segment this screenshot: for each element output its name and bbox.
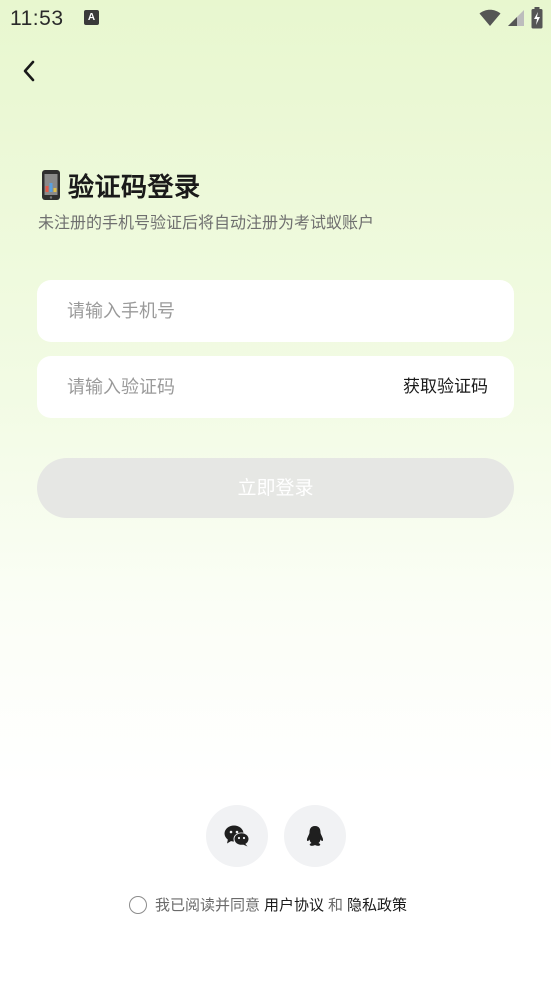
status-time: 11:53 <box>10 7 64 30</box>
mobile-phone-icon <box>42 170 60 200</box>
user-agreement-link[interactable]: 用户协议 <box>264 894 324 915</box>
wechat-login-button[interactable] <box>206 805 268 867</box>
privacy-policy-link[interactable]: 隐私政策 <box>347 894 407 915</box>
chevron-left-icon <box>23 60 35 82</box>
qq-icon <box>306 826 324 846</box>
get-code-button[interactable]: 获取验证码 <box>403 356 488 418</box>
phone-input-card <box>37 280 514 342</box>
login-button[interactable]: 立即登录 <box>37 458 514 518</box>
qq-login-button[interactable] <box>284 805 346 867</box>
agree-checkbox[interactable] <box>129 895 147 914</box>
page-subtitle: 未注册的手机号验证后将自动注册为考试蚁账户 <box>38 213 375 232</box>
notification-a-icon: A <box>84 10 99 25</box>
back-button[interactable] <box>12 54 46 88</box>
code-input-card: 获取验证码 <box>37 356 514 418</box>
status-bar: 11:53 A <box>0 0 551 40</box>
agreement-row: 我已阅读并同意 用户协议 和 隐私政策 <box>129 894 411 915</box>
agreement-conjunction: 和 <box>328 896 344 914</box>
phone-input[interactable] <box>67 280 487 342</box>
agreement-prefix: 我已阅读并同意 <box>155 896 261 914</box>
cellular-signal-icon <box>508 10 524 26</box>
wifi-icon <box>479 9 501 26</box>
title-row: 验证码登录 <box>40 166 201 204</box>
verification-code-input[interactable] <box>67 356 367 418</box>
status-icons <box>479 6 543 30</box>
page-title: 验证码登录 <box>68 172 201 203</box>
wechat-icon <box>224 825 250 847</box>
battery-charging-icon <box>531 7 543 29</box>
